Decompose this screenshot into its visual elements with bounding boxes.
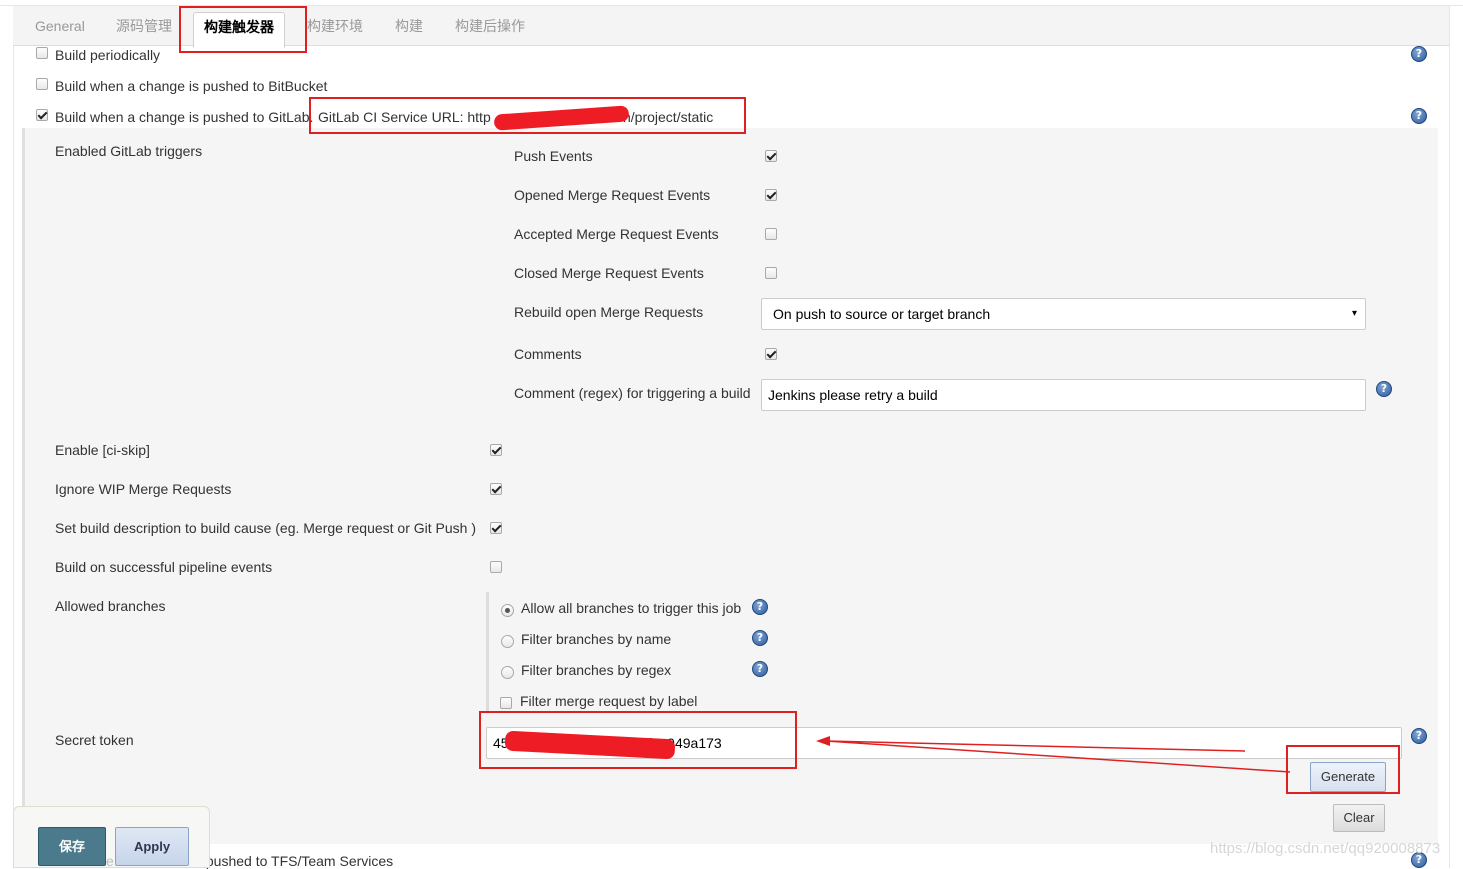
watermark-text: https://blog.csdn.net/qq920008873 — [1210, 840, 1441, 857]
annotation-arrow — [816, 736, 1291, 773]
